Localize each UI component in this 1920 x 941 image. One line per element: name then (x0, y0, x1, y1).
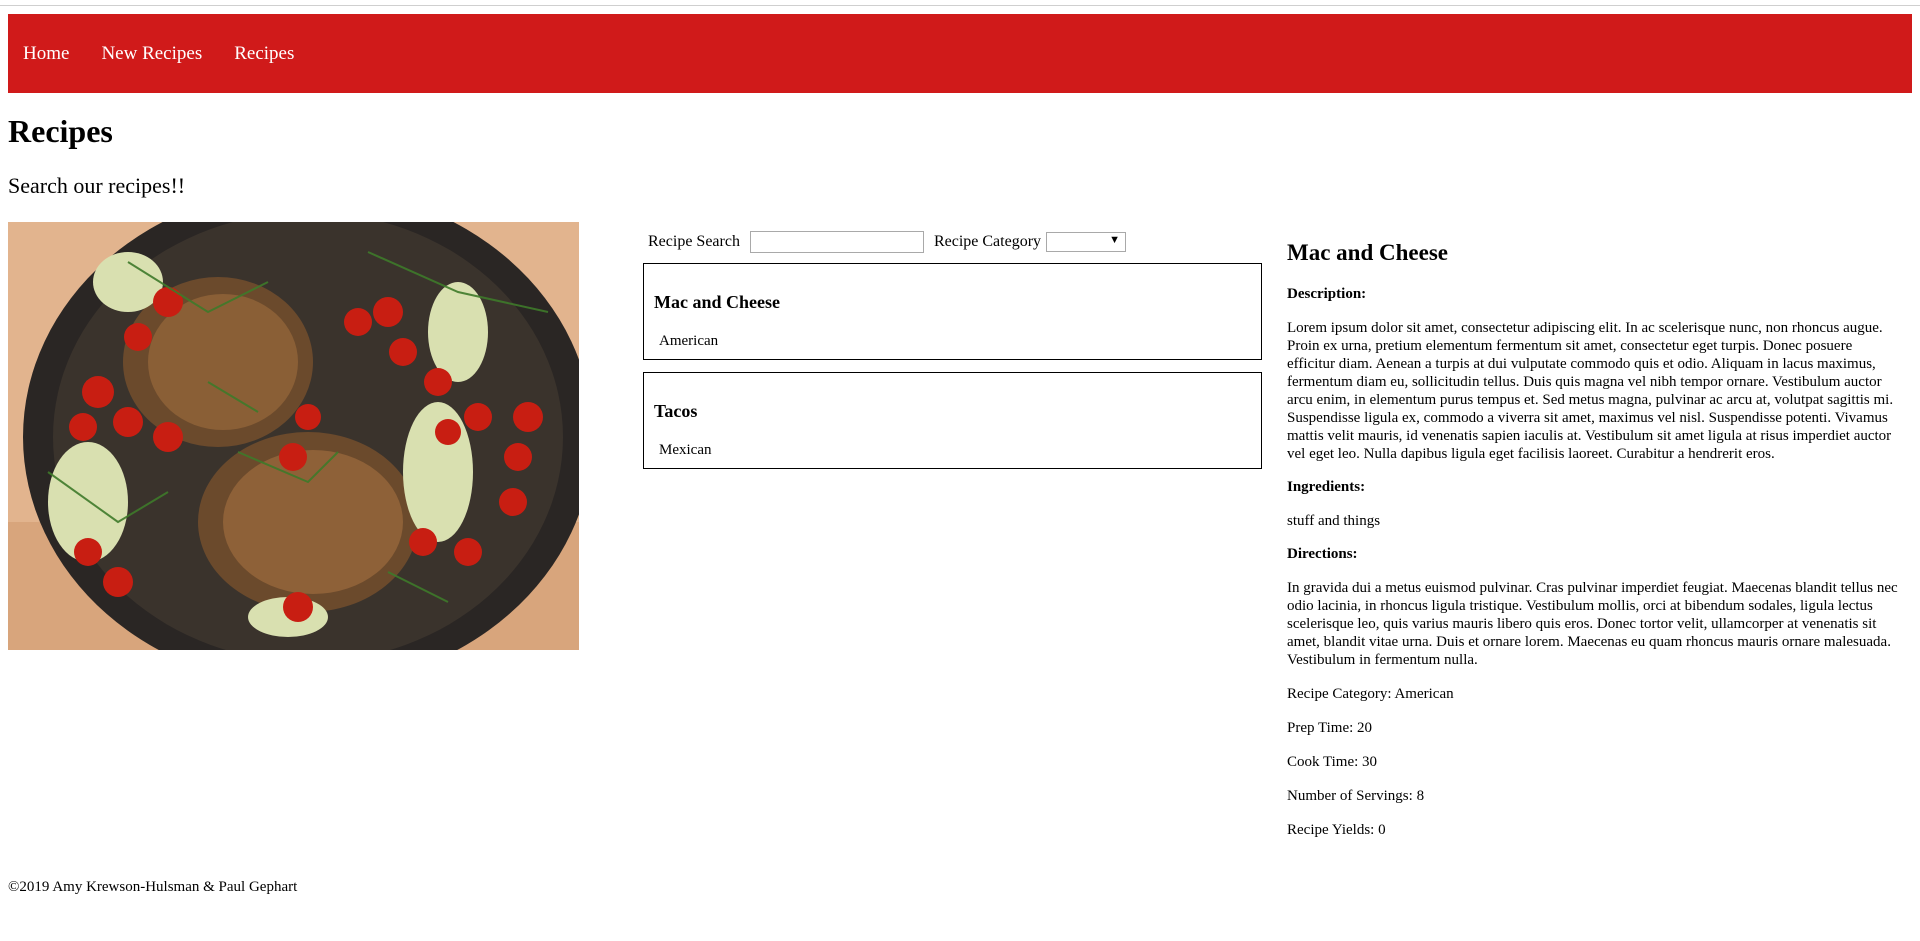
nav-home-link[interactable]: Home (23, 43, 69, 65)
nav-recipes-link[interactable]: Recipes (234, 43, 294, 65)
directions-label: Directions: (1287, 546, 1358, 562)
recipe-card-title: Tacos (654, 401, 698, 421)
recipe-yields: Recipe Yields: 0 (1287, 822, 1386, 838)
recipe-card[interactable]: Mac and Cheese American (643, 263, 1262, 360)
recipe-category-label: Recipe Category (933, 233, 1042, 250)
recipe-card[interactable]: Tacos Mexican (643, 372, 1262, 469)
recipe-card-category: American (659, 333, 719, 349)
recipe-search-label: Recipe Search (648, 233, 740, 250)
chevron-down-icon: ▼ (1109, 234, 1121, 246)
recipe-category-value: Recipe Category: American (1287, 686, 1454, 702)
recipe-detail-panel: Mac and Cheese Description: Lorem ipsum … (1287, 240, 1902, 855)
ingredients-label: Ingredients: (1287, 479, 1366, 495)
recipe-card-title: Mac and Cheese (654, 292, 780, 312)
recipe-detail-title: Mac and Cheese (1287, 240, 1448, 265)
hero-food-image (8, 222, 579, 650)
prep-time: Prep Time: 20 (1287, 720, 1373, 736)
main-navbar: Home New Recipes Recipes (8, 14, 1912, 93)
footer-copyright: ©2019 Amy Krewson-Hulsman & Paul Gephart (8, 879, 298, 895)
nav-new-recipes-link[interactable]: New Recipes (101, 43, 202, 65)
servings: Number of Servings: 8 (1287, 788, 1425, 804)
top-divider (0, 5, 1920, 6)
recipe-search-bar: Recipe Search Recipe Category ▼ (648, 231, 1127, 253)
recipe-search-input[interactable] (749, 231, 924, 253)
cook-time: Cook Time: 30 (1287, 754, 1378, 770)
ingredients-text: stuff and things (1287, 513, 1381, 529)
page-title: Recipes (8, 113, 113, 149)
recipe-card-category: Mexican (659, 442, 712, 458)
page-subtitle: Search our recipes!! (8, 173, 186, 198)
description-text: Lorem ipsum dolor sit amet, consectetur … (1287, 320, 1894, 462)
directions-text: In gravida dui a metus euismod pulvinar.… (1287, 580, 1898, 668)
description-label: Description: (1287, 286, 1367, 302)
recipe-category-select[interactable]: ▼ (1046, 232, 1127, 252)
